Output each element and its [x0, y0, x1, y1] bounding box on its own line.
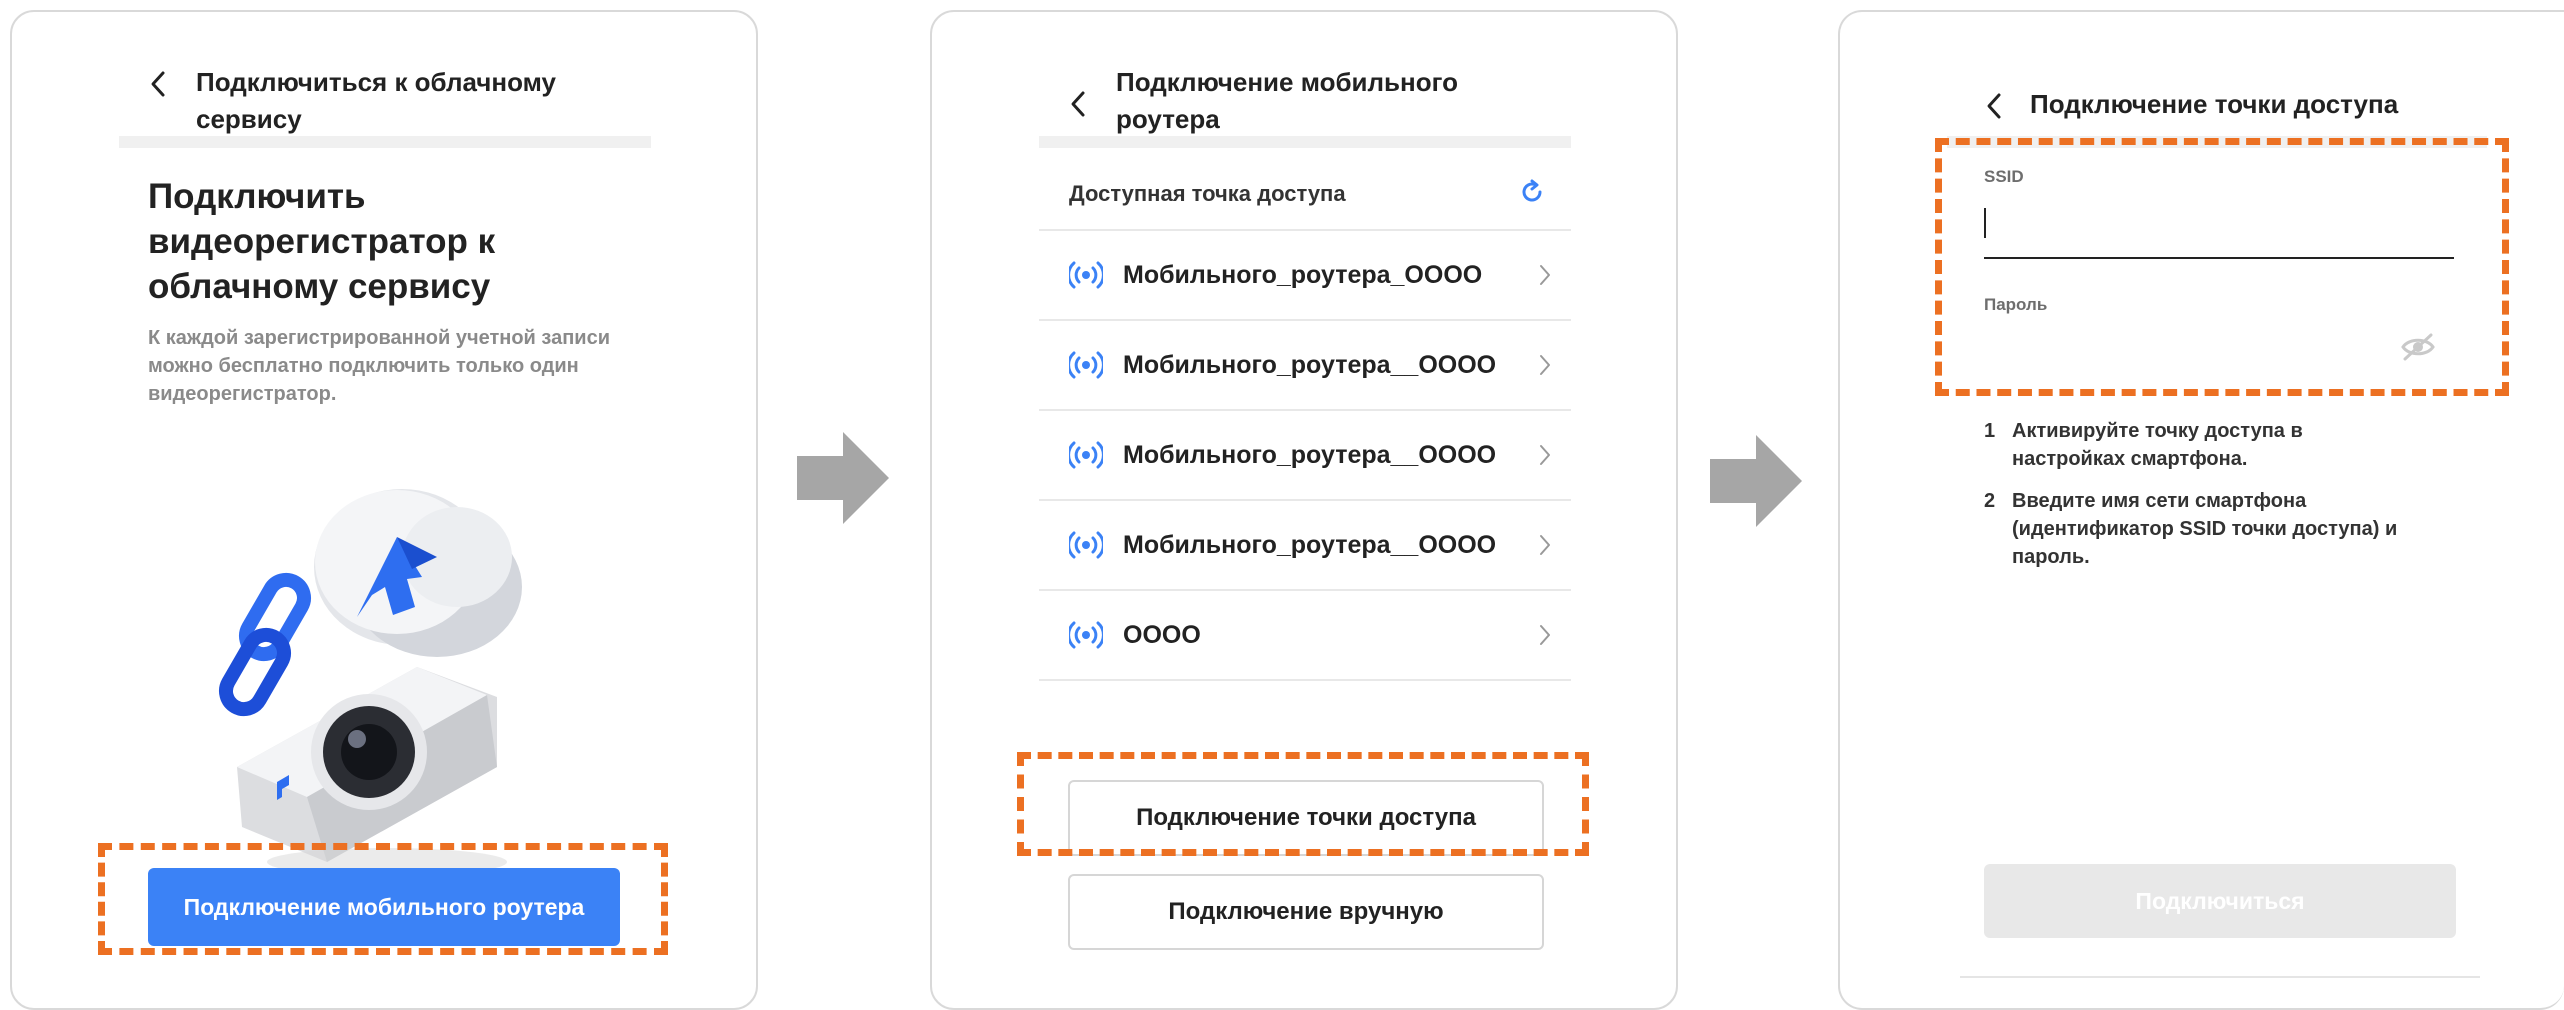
back-icon[interactable] [1068, 84, 1088, 124]
hotspot-name: Мобильного_роутера_OOOO [1123, 260, 1483, 289]
header: Подключение мобильного роутера [1068, 64, 1536, 138]
hotspot-list-item[interactable]: Мобильного_роутера__OOOO [1039, 501, 1571, 591]
chevron-right-icon [1540, 355, 1550, 375]
hotspot-list-item[interactable]: Мобильного_роутера_OOOO [1039, 229, 1571, 321]
chevron-right-icon [1540, 535, 1550, 555]
refresh-icon[interactable] [1519, 179, 1545, 210]
header: Подключиться к облачному сервису [148, 64, 596, 138]
hotspot-list-item[interactable]: Мобильного_роутера__OOOO [1039, 321, 1571, 411]
link-icon [219, 572, 311, 717]
hotspot-icon [1069, 531, 1103, 559]
chevron-right-icon [1540, 625, 1550, 645]
page-title: Подключиться к облачному сервису [196, 67, 556, 134]
hotspot-name: Мобильного_роутера__OOOO [1123, 350, 1497, 379]
manual-connect-button[interactable]: Подключение вручную [1068, 874, 1544, 950]
instruction-step: 2 Введите имя сети смартфона (идентифика… [1984, 490, 2398, 568]
hotspot-list: Мобильного_роутера_OOOO Мобильного_роутер… [1039, 229, 1571, 681]
page-title: Подключение мобильного роутера [1116, 67, 1458, 134]
hotspot-list-item[interactable]: OOOO [1039, 591, 1571, 681]
hotspot-list-item[interactable]: Мобильного_роутера__OOOO [1039, 411, 1571, 501]
screen-mobile-router: Подключение мобильного роутера Доступная… [930, 10, 1678, 1010]
available-hotspot-row: Доступная точка доступа [1039, 162, 1571, 226]
back-icon[interactable] [1984, 86, 2004, 126]
cloud-icon [314, 489, 522, 657]
highlight-frame [1017, 752, 1589, 856]
back-icon[interactable] [148, 64, 168, 104]
hotspot-name: Мобильного_роутера__OOOO [1123, 440, 1497, 469]
header-divider [119, 136, 651, 148]
header-divider [1039, 136, 1571, 148]
main-heading: Подключить видеорегистратор к облачному … [148, 177, 496, 306]
cloud-camera-illustration [219, 489, 522, 876]
highlight-frame [1935, 138, 2509, 396]
hotspot-icon [1069, 351, 1103, 379]
available-hotspot-label: Доступная точка доступа [1069, 181, 1346, 206]
instruction-step: 1 Активируйте точку доступа в настройках… [1984, 420, 2303, 470]
description-text: К каждой зарегистрированной учетной запи… [148, 327, 610, 405]
hotspot-name: OOOO [1123, 620, 1201, 649]
chevron-right-icon [1540, 265, 1550, 285]
header: Подключение точки доступа [1984, 86, 2450, 126]
hotspot-icon [1069, 441, 1103, 469]
arrow-right-icon [1710, 435, 1802, 527]
bottom-divider [1960, 976, 2480, 978]
hotspot-icon [1069, 261, 1103, 289]
hotspot-name: Мобильного_роутера__OOOO [1123, 530, 1497, 559]
page-title: Подключение точки доступа [2030, 89, 2399, 119]
hotspot-icon [1069, 621, 1103, 649]
arrow-right-icon [797, 432, 889, 524]
highlight-frame [98, 843, 668, 955]
connect-button[interactable]: Подключиться [1984, 864, 2456, 938]
chevron-right-icon [1540, 445, 1550, 465]
